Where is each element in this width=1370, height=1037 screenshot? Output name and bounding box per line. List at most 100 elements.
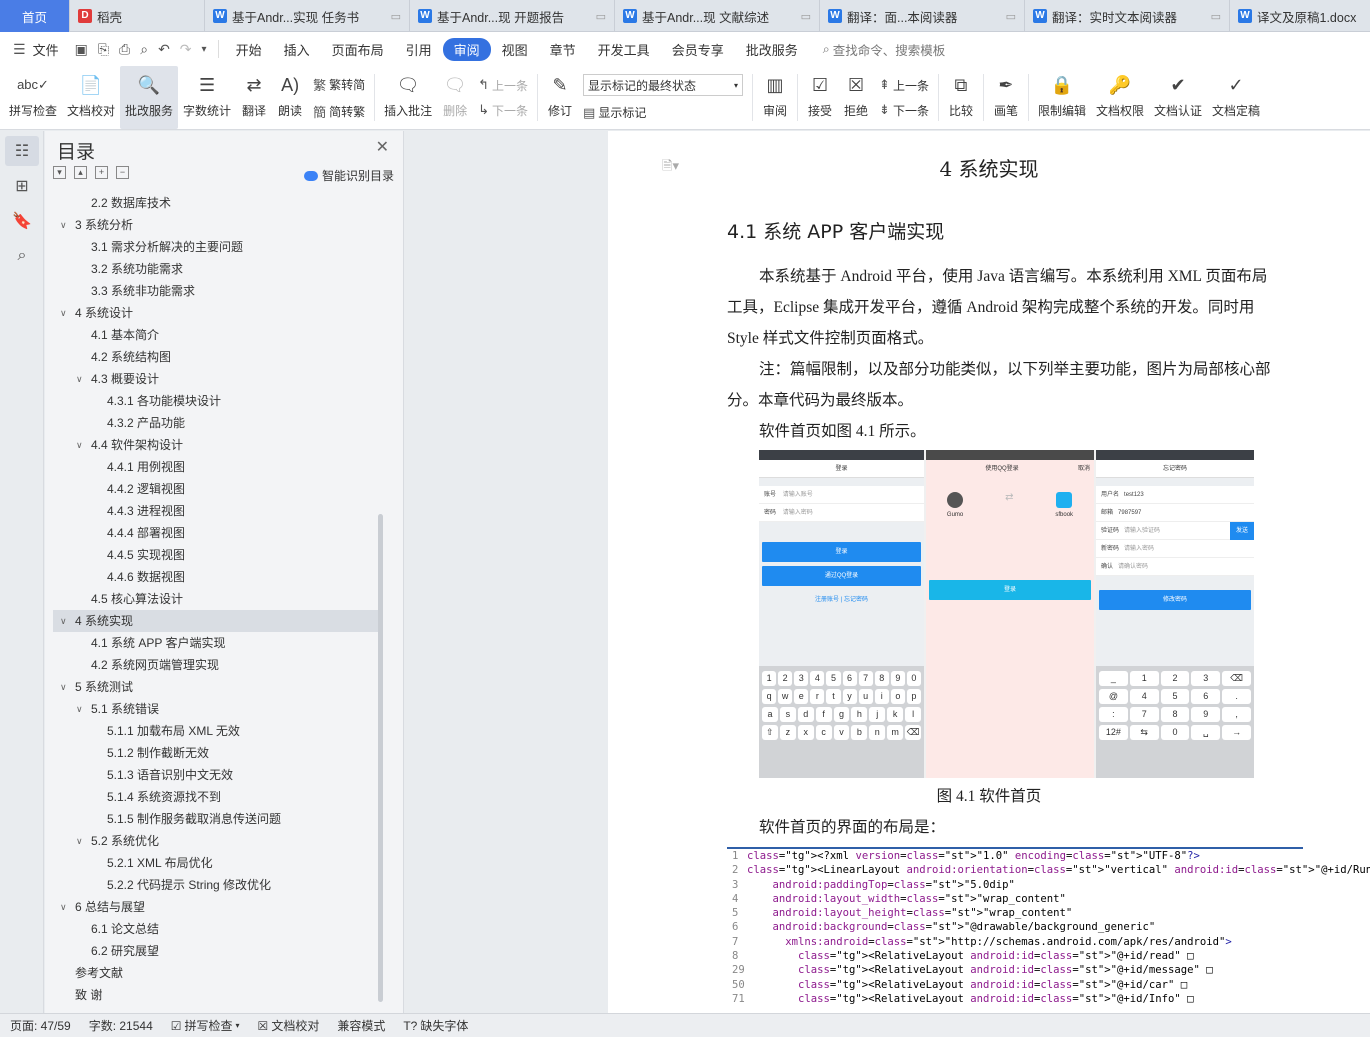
chevron-down-icon[interactable]: ∨ — [60, 896, 67, 918]
toc-item[interactable]: ∨ 4.3 概要设计 — [53, 368, 378, 390]
status-spell-check[interactable]: ☑ 拼写检查 ▾ — [171, 1017, 240, 1034]
toc-item[interactable]: ∨ 5.2 系统优化 — [53, 830, 378, 852]
prev-change-button[interactable]: ⇞ 上一条 — [879, 77, 929, 94]
toc-item[interactable]: 4.3.2 产品功能 — [53, 412, 378, 434]
chevron-down-icon[interactable]: ∨ — [76, 698, 83, 720]
toc-item[interactable]: 4.1 基本简介 — [53, 324, 378, 346]
restrict-editing-button[interactable]: 🔒 限制编辑 — [1033, 66, 1091, 129]
toc-item[interactable]: 6.1 论文总结 — [53, 918, 378, 940]
grading-service-button[interactable]: 🔍 批改服务 — [120, 66, 179, 129]
toc-item[interactable]: 5.1.3 语音识别中文无效 — [53, 764, 378, 786]
toc-item[interactable]: ∨ 5.1 系统错误 — [53, 698, 378, 720]
toc-item[interactable]: 4.1 系统 APP 客户端实现 — [53, 632, 378, 654]
read-aloud-button[interactable]: A) 朗读 — [272, 66, 308, 129]
save-icon[interactable]: ▣ — [70, 41, 93, 58]
trad-to-simp-button[interactable]: 繁繁转简 — [313, 75, 365, 94]
tab-document-active[interactable]: W 译文及原稿1.docx — [1230, 0, 1370, 32]
word-count[interactable]: 字数: 21544 — [89, 1017, 153, 1034]
search-icon[interactable]: ⌕ — [5, 241, 39, 271]
smart-toc-button[interactable]: 智能识别目录 — [303, 167, 394, 184]
delete-comment-button[interactable]: 🗨 删除 — [437, 66, 473, 129]
toc-item[interactable]: 2.2 数据库技术 — [53, 192, 378, 214]
markup-state-select[interactable]: 显示标记的最终状态 ▾ — [583, 74, 744, 96]
track-changes-button[interactable]: ✎ 修订 — [542, 66, 578, 129]
menu-insert[interactable]: 插入 — [273, 40, 321, 59]
menu-layout[interactable]: 页面布局 — [321, 40, 395, 59]
word-count-button[interactable]: ☰ 字数统计 — [178, 66, 236, 129]
menu-member[interactable]: 会员专享 — [661, 40, 735, 59]
toc-item[interactable]: 4.4.2 逻辑视图 — [53, 478, 378, 500]
menu-developer[interactable]: 开发工具 — [587, 40, 661, 59]
add-level-icon[interactable]: + — [95, 166, 108, 179]
doc-finalize-button[interactable]: ✓ 文档定稿 — [1207, 66, 1265, 129]
tab-daoke[interactable]: D 稻壳 — [70, 0, 205, 32]
remove-level-icon[interactable]: − — [116, 166, 129, 179]
compare-button[interactable]: ⧉ 比较 — [943, 66, 979, 129]
spell-check-button[interactable]: abc✓ 拼写检查 — [4, 66, 62, 129]
toc-item[interactable]: 4.4.6 数据视图 — [53, 566, 378, 588]
doc-permission-button[interactable]: 🔑 文档权限 — [1091, 66, 1149, 129]
print-icon[interactable]: ⎙ — [114, 41, 135, 58]
chevron-down-icon[interactable]: ∨ — [76, 368, 83, 390]
close-icon[interactable]: ▭ — [1205, 10, 1221, 23]
chevron-down-icon[interactable]: ∨ — [60, 214, 67, 236]
tab-home[interactable]: 首页 — [0, 0, 70, 32]
tab-document[interactable]: W 基于Andr...现 开题报告 ▭ — [410, 0, 615, 32]
toc-item[interactable]: 致 谢 — [53, 984, 378, 1006]
chevron-down-icon[interactable]: ∨ — [60, 610, 67, 632]
print-preview-icon[interactable]: ⌕ — [135, 41, 153, 58]
tab-document[interactable]: W 翻译：面...本阅读器 ▭ — [820, 0, 1025, 32]
close-icon[interactable]: ✕ — [376, 137, 389, 157]
review-pane-button[interactable]: ▥ 审阅 — [757, 66, 793, 129]
pen-button[interactable]: ✒ 画笔 — [988, 66, 1024, 129]
menu-home[interactable]: 开始 — [225, 40, 273, 59]
translate-button[interactable]: ⇄ 翻译 — [236, 66, 272, 129]
insert-comment-button[interactable]: 🗨 插入批注 — [379, 66, 437, 129]
toc-item[interactable]: 4.2 系统网页端管理实现 — [53, 654, 378, 676]
menu-grading[interactable]: 批改服务 — [735, 40, 809, 59]
missing-font[interactable]: T? 缺失字体 — [403, 1017, 468, 1034]
next-change-button[interactable]: ⇟ 下一条 — [879, 102, 929, 119]
chevron-down-icon[interactable]: ∨ — [60, 302, 67, 324]
chevron-down-icon[interactable]: ∨ — [76, 434, 83, 456]
toc-item[interactable]: 3.3 系统非功能需求 — [53, 280, 378, 302]
close-icon[interactable]: ▭ — [590, 10, 606, 23]
toc-item[interactable]: ∨ 6 总结与展望 — [53, 896, 378, 918]
toc-item[interactable]: 4.4.5 实现视图 — [53, 544, 378, 566]
toc-item[interactable]: 5.2.1 XML 布局优化 — [53, 852, 378, 874]
toc-item[interactable]: 5.1.1 加载布局 XML 无效 — [53, 720, 378, 742]
close-icon[interactable]: ▭ — [1000, 10, 1016, 23]
toc-item[interactable]: ∨ 5 系统测试 — [53, 676, 378, 698]
undo-icon[interactable]: ↶ — [153, 41, 175, 58]
bookmark-icon[interactable]: 🔖 — [5, 206, 39, 236]
chapter-nav-icon[interactable]: ⊞ — [5, 171, 39, 201]
tab-document[interactable]: W 翻译：实时文本阅读器 ▭ — [1025, 0, 1230, 32]
toc-item[interactable]: ∨ 3 系统分析 — [53, 214, 378, 236]
next-comment-button[interactable]: ↳ 下一条 — [478, 102, 528, 119]
toc-item[interactable]: 5.1.5 制作服务截取消息传送问题 — [53, 808, 378, 830]
menu-view[interactable]: 视图 — [491, 40, 539, 59]
toc-item[interactable]: 3.1 需求分析解决的主要问题 — [53, 236, 378, 258]
toc-panel-icon[interactable]: ☷ — [5, 136, 39, 166]
toc-item[interactable]: ∨ 4 系统设计 — [53, 302, 378, 324]
simp-to-trad-button[interactable]: 簡简转繁 — [313, 102, 365, 121]
toc-item[interactable]: 4.4.3 进程视图 — [53, 500, 378, 522]
doc-auth-button[interactable]: ✔ 文档认证 — [1149, 66, 1207, 129]
proofread-button[interactable]: 📄 文档校对 — [62, 66, 120, 129]
menu-review[interactable]: 审阅 — [442, 37, 491, 61]
close-icon[interactable]: ▭ — [795, 10, 811, 23]
collapse-all-icon[interactable]: ▾ — [53, 166, 66, 179]
toc-item[interactable]: 5.1.4 系统资源找不到 — [53, 786, 378, 808]
toc-item[interactable]: 4.4.4 部署视图 — [53, 522, 378, 544]
tab-document[interactable]: W 基于Andr...实现 任务书 ▭ — [205, 0, 410, 32]
close-icon[interactable]: ▭ — [385, 10, 401, 23]
reject-button[interactable]: ☒ 拒绝 — [838, 66, 874, 129]
menu-chapter[interactable]: 章节 — [539, 40, 587, 59]
toc-item[interactable]: 3.2 系统功能需求 — [53, 258, 378, 280]
toc-item[interactable]: 5.2.2 代码提示 String 修改优化 — [53, 874, 378, 896]
toc-item[interactable]: 5.1.2 制作截断无效 — [53, 742, 378, 764]
toc-item[interactable]: ∨ 4 系统实现 — [53, 610, 378, 632]
menu-file[interactable]: 文件 — [31, 40, 70, 59]
toc-item[interactable]: 6.2 研究展望 — [53, 940, 378, 962]
accept-button[interactable]: ☑ 接受 — [802, 66, 838, 129]
